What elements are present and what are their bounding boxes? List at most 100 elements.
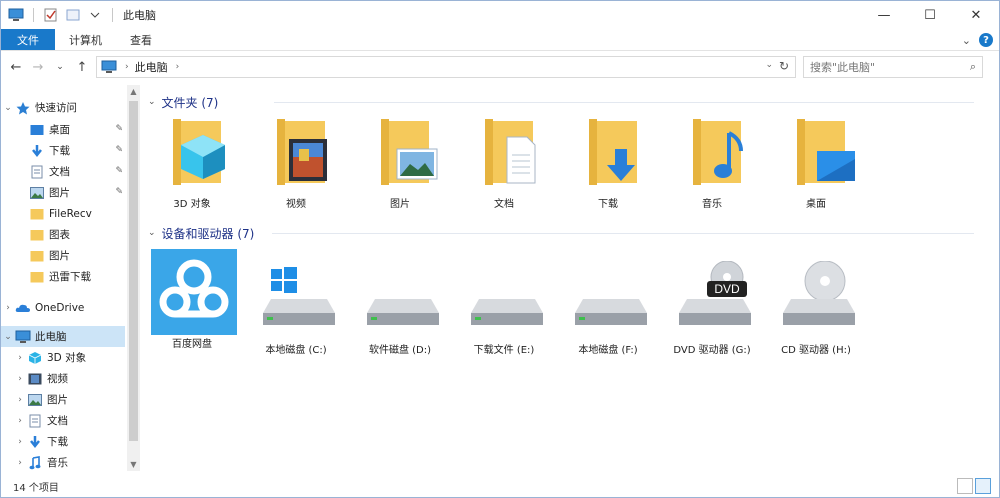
folder-icon (29, 228, 45, 242)
drive-baidu-netdisk[interactable]: 百度网盘 (144, 247, 240, 350)
scroll-up-icon[interactable]: ▲ (127, 87, 140, 96)
item-count: 14 个项目 (13, 482, 59, 494)
nav-videos[interactable]: › 视频 (1, 368, 125, 389)
drive-e[interactable]: 下载文件 (E:) (456, 261, 552, 361)
new-folder-icon[interactable] (64, 6, 82, 24)
folder-downloads[interactable]: 下载 (560, 115, 656, 215)
expand-chevron-icon[interactable]: › (13, 374, 27, 384)
drive-label: 下载文件 (E:) (473, 345, 535, 356)
status-bar: 14 个项目 (1, 475, 999, 497)
drive-h-cd[interactable]: CD 驱动器 (H:) (768, 260, 864, 361)
nav-label: OneDrive (35, 301, 85, 314)
minimize-button[interactable]: — (861, 1, 907, 29)
hard-drive-icon (355, 261, 445, 335)
desktop-icon (29, 123, 45, 137)
film-icon (27, 372, 43, 386)
maximize-button[interactable]: ☐ (907, 1, 953, 29)
this-pc-icon (15, 330, 31, 344)
collapse-chevron-icon[interactable]: ⌄ (1, 332, 15, 342)
nav-quick-access[interactable]: ⌄ 快速访问 (1, 97, 125, 118)
address-dropdown-icon[interactable]: ⌄ (765, 60, 773, 70)
dvd-logo-text: DVD (714, 282, 740, 296)
nav-label: 视频 (47, 373, 68, 385)
folder-videos[interactable]: 视频 (248, 115, 344, 215)
hard-drive-icon (459, 261, 549, 335)
folder-music[interactable]: 音乐 (664, 115, 760, 215)
window-title: 此电脑 (123, 9, 156, 22)
expand-chevron-icon[interactable]: › (13, 416, 27, 426)
expand-chevron-icon[interactable]: › (13, 353, 27, 363)
recent-locations-icon[interactable]: ⌄ (49, 62, 71, 72)
qat-dropdown-icon[interactable] (86, 6, 104, 24)
breadcrumb-separator-icon[interactable]: › (176, 62, 180, 72)
forward-arrow-icon[interactable]: → (27, 60, 49, 75)
search-placeholder: 搜索"此电脑" (810, 61, 876, 74)
properties-icon[interactable] (42, 6, 60, 24)
search-icon[interactable]: ⌕ (970, 60, 976, 74)
address-bar[interactable]: › 此电脑 › ⌄ ↻ (96, 56, 796, 78)
expand-chevron-icon[interactable]: › (13, 395, 27, 405)
nav-label: 桌面 (49, 124, 70, 136)
drive-f[interactable]: 本地磁盘 (F:) (560, 261, 656, 361)
cd-drive-icon (771, 260, 861, 335)
nav-filerecv[interactable]: FileRecv (1, 203, 125, 224)
devices-group-header[interactable]: ⌄ 设备和驱动器 (7) (148, 224, 254, 242)
drive-g-dvd[interactable]: DVD DVD 驱动器 (G:) (664, 260, 760, 361)
expand-chevron-icon[interactable]: › (13, 437, 27, 447)
collapse-chevron-icon[interactable]: ⌄ (148, 228, 156, 238)
collapse-chevron-icon[interactable]: ⌄ (148, 97, 156, 107)
help-icon[interactable]: ? (979, 33, 993, 47)
drive-label: 本地磁盘 (C:) (265, 345, 327, 356)
tab-computer[interactable]: 计算机 (55, 29, 116, 50)
search-input[interactable]: 搜索"此电脑" ⌕ (803, 56, 983, 78)
download-arrow-icon (29, 144, 45, 158)
nav-this-pc[interactable]: ⌄ 此电脑 (1, 326, 125, 347)
nav-pc-documents[interactable]: › 文档 (1, 410, 125, 431)
expand-chevron-icon[interactable]: › (13, 458, 27, 468)
large-icons-view-icon[interactable] (975, 478, 991, 494)
nav-3d-objects[interactable]: › 3D 对象 (1, 347, 125, 368)
nav-onedrive[interactable]: › OneDrive (1, 297, 125, 318)
this-pc-icon (101, 60, 117, 73)
folders-group-header[interactable]: ⌄ 文件夹 (7) (148, 93, 218, 111)
folder-desktop[interactable]: 桌面 (768, 115, 864, 215)
nav-desktop[interactable]: 桌面 ✎ (1, 119, 125, 140)
close-button[interactable]: ✕ (953, 1, 999, 29)
nav-documents[interactable]: 文档 ✎ (1, 161, 125, 182)
refresh-icon[interactable]: ↻ (779, 59, 789, 73)
back-arrow-icon[interactable]: ← (5, 60, 27, 75)
nav-pc-pictures[interactable]: › 图片 (1, 389, 125, 410)
expand-ribbon-icon[interactable]: ⌄ (962, 34, 971, 47)
breadcrumb-this-pc[interactable]: 此电脑 (135, 59, 168, 75)
collapse-chevron-icon[interactable]: ⌄ (1, 103, 15, 113)
nav-downloads[interactable]: 下载 ✎ (1, 140, 125, 161)
scrollbar-thumb[interactable] (129, 101, 138, 441)
nav-scrollbar[interactable]: ▲ ▼ (127, 85, 140, 471)
dvd-drive-icon: DVD (667, 260, 757, 335)
folder-pictures[interactable]: 图片 (352, 115, 448, 215)
tab-view[interactable]: 查看 (116, 29, 166, 50)
folder-documents[interactable]: 文档 (456, 115, 552, 215)
details-view-icon[interactable] (957, 478, 973, 494)
nav-pictures-folder[interactable]: 图片 (1, 245, 125, 266)
drive-d[interactable]: 软件磁盘 (D:) (352, 261, 448, 361)
quick-access-toolbar (1, 6, 117, 24)
view-switcher (957, 478, 991, 494)
group-title: 设备和驱动器 (7) (161, 226, 255, 241)
up-arrow-icon[interactable]: ↑ (71, 60, 93, 75)
folder-music-icon (667, 115, 757, 189)
nav-pictures[interactable]: 图片 ✎ (1, 182, 125, 203)
drive-c[interactable]: 本地磁盘 (C:) (248, 261, 344, 361)
folder-3d-objects[interactable]: 3D 对象 (144, 115, 240, 215)
baidu-cloud-icon (147, 247, 237, 335)
nav-music[interactable]: › 音乐 (1, 452, 125, 473)
expand-chevron-icon[interactable]: › (1, 303, 15, 313)
nav-charts[interactable]: 图表 (1, 224, 125, 245)
music-note-icon (27, 455, 43, 470)
scroll-down-icon[interactable]: ▼ (127, 460, 140, 469)
folder-download-icon (563, 115, 653, 189)
breadcrumb-separator-icon[interactable]: › (125, 62, 129, 72)
tab-file[interactable]: 文件 (1, 29, 55, 50)
nav-pc-downloads[interactable]: › 下载 (1, 431, 125, 452)
nav-xunlei-downloads[interactable]: 迅雷下载 (1, 266, 125, 287)
